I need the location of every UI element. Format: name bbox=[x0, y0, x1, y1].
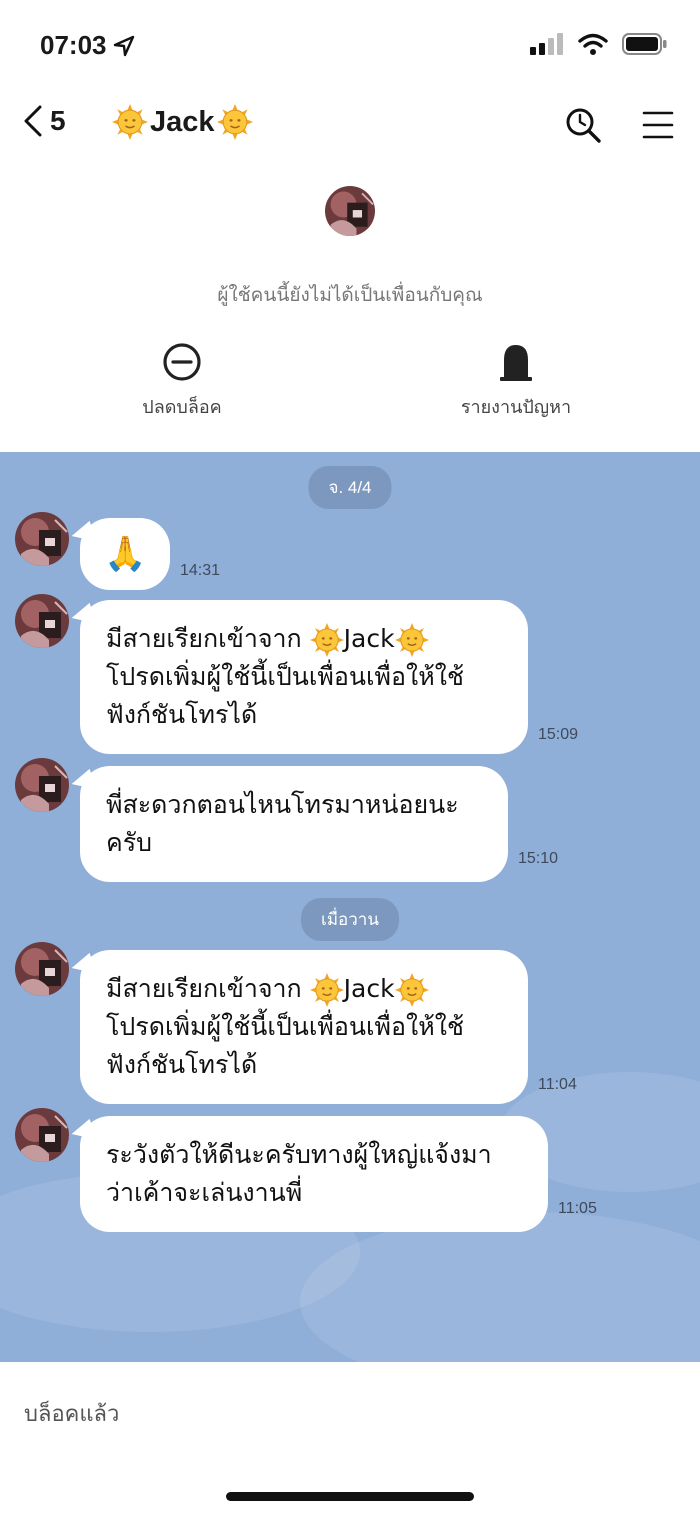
non-friend-notice: ผู้ใช้คนนี้ยังไม่ได้เป็นเพื่อนกับคุณ ปลด… bbox=[0, 162, 700, 452]
sun-with-face-icon bbox=[394, 623, 429, 657]
message-text: ฟังก์ชันโทรได้ bbox=[106, 1050, 258, 1079]
message-time: 15:09 bbox=[538, 726, 579, 743]
message-text: พี่สะดวกตอนไหนโทรมาหน่อยนะ bbox=[106, 790, 459, 819]
message-time: 11:04 bbox=[538, 1076, 577, 1093]
chat-header: 5 Jack bbox=[0, 90, 700, 162]
sender-avatar[interactable] bbox=[15, 1108, 69, 1162]
message-bubble[interactable]: มีสายเรียกเข้าจาก Jack โปรดเพิ่มผู้ใช้นี… bbox=[80, 950, 528, 1104]
report-label: รายงานปัญหา bbox=[460, 397, 572, 418]
message-text: มีสายเรียกเข้าจาก bbox=[106, 974, 302, 1003]
unblock-label: ปลดบล็อค bbox=[142, 397, 222, 418]
avatar[interactable] bbox=[325, 186, 375, 236]
caller-name: Jack bbox=[343, 974, 395, 1003]
message-text: ฟังก์ชันโทรได้ bbox=[106, 700, 258, 729]
tombstone-icon bbox=[500, 345, 532, 381]
back-button[interactable]: 5 bbox=[22, 104, 66, 138]
chevron-left-icon bbox=[24, 105, 42, 137]
sun-with-face-icon bbox=[112, 104, 148, 140]
minus-circle-icon bbox=[163, 343, 201, 381]
search-button[interactable] bbox=[564, 106, 602, 148]
sender-avatar[interactable] bbox=[15, 512, 69, 566]
status-time: 07:03 bbox=[40, 30, 135, 61]
menu-button[interactable] bbox=[642, 109, 674, 145]
message-text: 🙏 bbox=[104, 534, 147, 574]
clock-text: 07:03 bbox=[40, 30, 107, 60]
report-button[interactable]: รายงานปัญหา bbox=[416, 342, 616, 421]
background-cloud bbox=[300, 1212, 700, 1362]
chat-messages[interactable]: จ. 4/4 🙏 14:31 มีสายเรียกเข้าจาก Jack โป… bbox=[0, 452, 700, 1362]
location-arrow-icon bbox=[113, 35, 134, 56]
sender-avatar[interactable] bbox=[15, 594, 69, 648]
message-time: 11:05 bbox=[558, 1200, 597, 1217]
message-time: 15:10 bbox=[518, 850, 559, 867]
blocked-footer: บล็อคแล้ว bbox=[0, 1362, 700, 1516]
message-text: ระวังตัวให้ดีนะครับทางผู้ใหญ่แจ้งมา bbox=[106, 1140, 492, 1169]
unblock-button[interactable]: ปลดบล็อค bbox=[82, 342, 282, 421]
search-icon bbox=[566, 108, 601, 143]
sun-with-face-icon bbox=[309, 973, 344, 1007]
message-line: มีสายเรียกเข้าจาก Jack bbox=[106, 620, 502, 658]
message-bubble[interactable]: มีสายเรียกเข้าจาก Jack โปรดเพิ่มผู้ใช้นี… bbox=[80, 600, 528, 754]
message-text: มีสายเรียกเข้าจาก bbox=[106, 624, 302, 653]
cellular-signal-icon bbox=[530, 33, 563, 55]
message-bubble[interactable]: พี่สะดวกตอนไหนโทรมาหน่อยนะ ครับ bbox=[80, 766, 508, 882]
menu-icon bbox=[642, 111, 674, 139]
wifi-icon bbox=[578, 33, 608, 55]
battery-icon bbox=[622, 33, 667, 55]
message-bubble[interactable]: ระวังตัวให้ดีนะครับทางผู้ใหญ่แจ้งมา ว่าเ… bbox=[80, 1116, 548, 1232]
caller-name: Jack bbox=[343, 624, 395, 653]
status-bar: 07:03 bbox=[0, 0, 700, 90]
unread-count: 5 bbox=[50, 105, 66, 136]
sun-with-face-icon bbox=[394, 973, 429, 1007]
blocked-status-label: บล็อคแล้ว bbox=[24, 1402, 120, 1427]
chat-title: Jack bbox=[112, 104, 253, 140]
message-text: โปรดเพิ่มผู้ใช้นี้เป็นเพื่อนเพื่อให้ใช้ bbox=[106, 662, 464, 691]
sun-with-face-icon bbox=[309, 623, 344, 657]
chat-title-text: Jack bbox=[150, 105, 215, 138]
message-text: โปรดเพิ่มผู้ใช้นี้เป็นเพื่อนเพื่อให้ใช้ bbox=[106, 1012, 464, 1041]
sun-with-face-icon bbox=[216, 104, 253, 140]
not-friend-notice-text: ผู้ใช้คนนี้ยังไม่ได้เป็นเพื่อนกับคุณ bbox=[217, 284, 483, 306]
message-text: ครับ bbox=[106, 828, 153, 857]
status-icons bbox=[530, 32, 668, 56]
message-line: มีสายเรียกเข้าจาก Jack bbox=[106, 970, 502, 1008]
date-separator: จ. 4/4 bbox=[308, 466, 392, 509]
sender-avatar[interactable] bbox=[15, 942, 69, 996]
sender-avatar[interactable] bbox=[15, 758, 69, 812]
home-indicator[interactable] bbox=[226, 1492, 474, 1501]
date-separator: เมื่อวาน bbox=[301, 898, 399, 941]
message-bubble[interactable]: 🙏 bbox=[80, 518, 171, 590]
message-time: 14:31 bbox=[180, 562, 221, 579]
nav-actions bbox=[564, 106, 674, 148]
message-text: ว่าเค้าจะเล่นงานพี่ bbox=[106, 1178, 303, 1207]
